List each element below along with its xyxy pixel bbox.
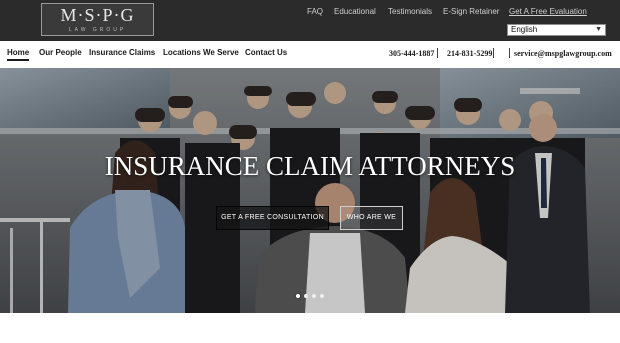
phone-number-2[interactable]: 214-831-5299 [447,49,492,58]
main-nav: Home Our People Insurance Claims Locatio… [0,41,620,68]
top-bar: M·S·P·G LAW GROUP FAQ Educational Testim… [0,0,620,41]
free-consultation-button[interactable]: GET A FREE CONSULTATION [216,206,329,230]
page-below-hero [0,313,620,343]
who-are-we-button[interactable]: WHO ARE WE [340,206,403,230]
divider [437,48,438,58]
email-link[interactable]: service@mspglawgroup.com [514,49,612,58]
slider-dot-1[interactable] [296,294,300,298]
nav-item-insurance-claims[interactable]: Insurance Claims [89,48,155,57]
hero-banner: INSURANCE CLAIM ATTORNEYS GET A FREE CON… [0,68,620,313]
top-link-testimonials[interactable]: Testimonials [388,7,432,16]
language-select[interactable]: English ▼ [507,24,606,36]
divider [493,48,494,58]
slider-dots [296,294,326,300]
nav-item-locations[interactable]: Locations We Serve [163,48,239,57]
top-link-faq[interactable]: FAQ [307,7,323,16]
slider-dot-3[interactable] [312,294,316,298]
hero-title: INSURANCE CLAIM ATTORNEYS [104,151,516,181]
nav-item-home[interactable]: Home [7,48,30,61]
top-link-esign-retainer[interactable]: E-Sign Retainer [443,7,499,16]
top-link-free-evaluation[interactable]: Get A Free Evaluation [509,7,587,16]
slider-dot-2[interactable] [304,294,308,298]
firm-logo[interactable]: M·S·P·G LAW GROUP [41,3,154,36]
language-select-value: English [511,25,538,34]
divider [509,48,510,58]
logo-subtext: LAW GROUP [68,27,127,33]
logo-text: M·S·P·G [60,5,135,25]
chevron-down-icon: ▼ [595,26,602,33]
nav-item-our-people[interactable]: Our People [39,48,82,57]
top-link-educational[interactable]: Educational [334,7,376,16]
phone-number-1[interactable]: 305-444-1887 [389,49,434,58]
nav-item-contact-us[interactable]: Contact Us [245,48,287,57]
hero-team-photo [0,68,620,313]
slider-dot-4[interactable] [320,294,324,298]
